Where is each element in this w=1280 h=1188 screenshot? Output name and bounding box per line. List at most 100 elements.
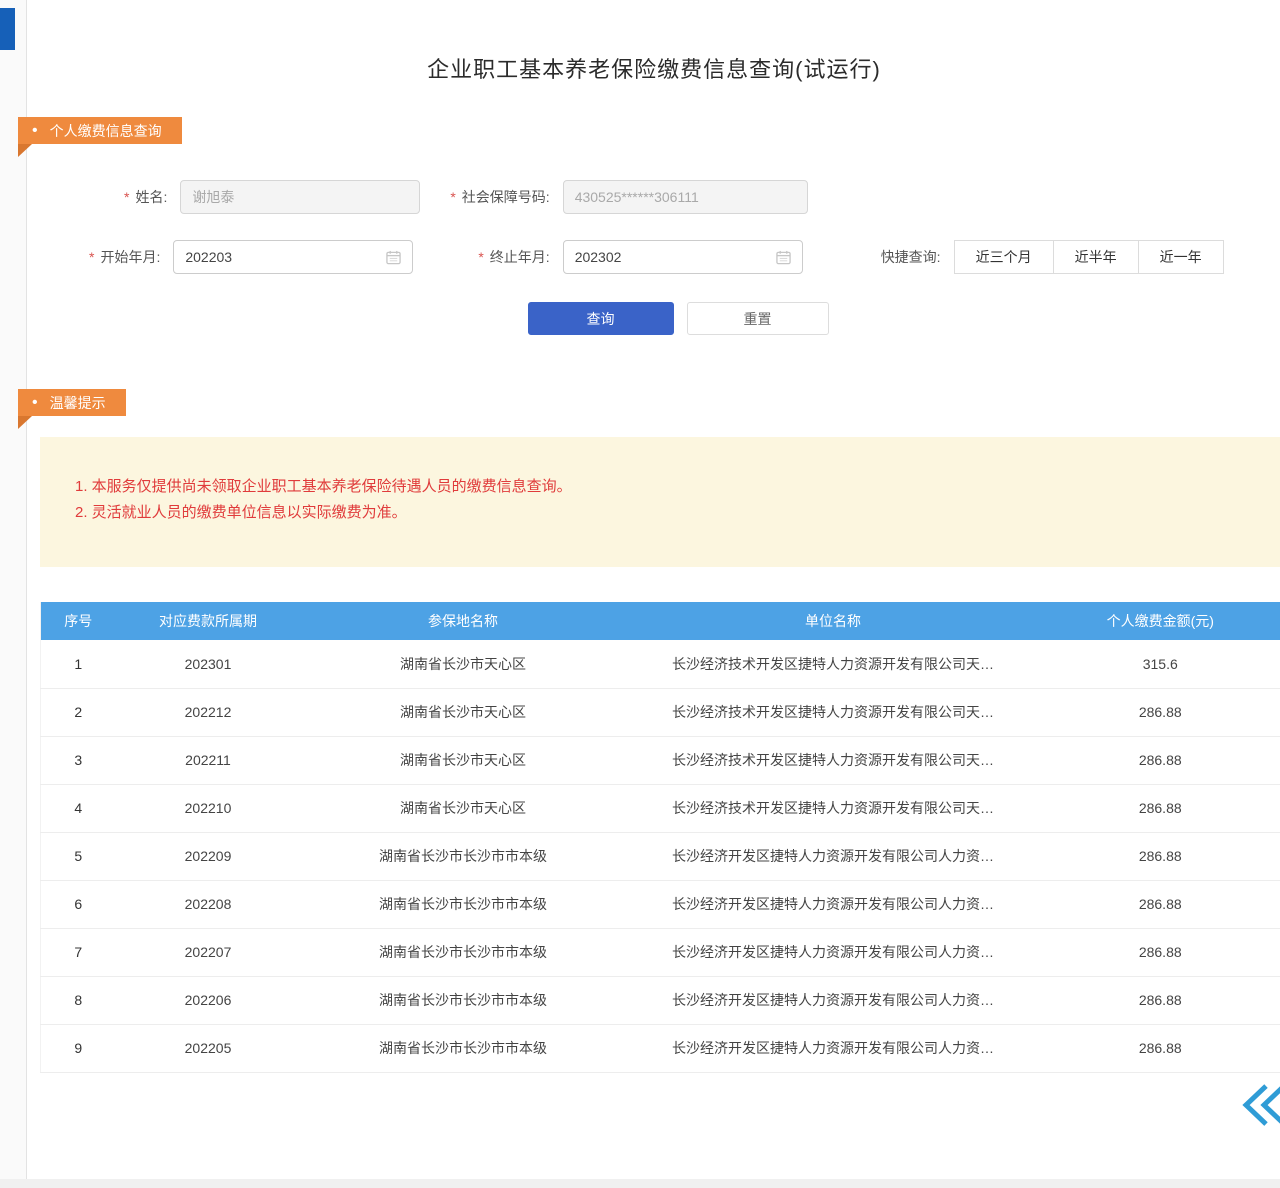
badge-bullet: • <box>32 395 38 411</box>
column-header: 个人缴费金额(元) <box>1041 602 1280 640</box>
start-month-label: 开始年月: <box>100 247 160 267</box>
table-cell: 长沙经济开发区捷特人力资源开发有限公司人力资… <box>626 880 1041 928</box>
ssn-value: 430525******306111 <box>575 189 699 205</box>
table-cell: 8 <box>41 976 116 1024</box>
table-cell: 286.88 <box>1041 832 1280 880</box>
table-row: 9202205湖南省长沙市长沙市市本级长沙经济开发区捷特人力资源开发有限公司人力… <box>41 1024 1280 1072</box>
table-cell: 202206 <box>116 976 301 1024</box>
tips-notice-box: 1. 本服务仅提供尚未领取企业职工基本养老保险待遇人员的缴费信息查询。 2. 灵… <box>40 437 1280 567</box>
table-row: 3202211湖南省长沙市天心区长沙经济技术开发区捷特人力资源开发有限公司天…2… <box>41 736 1280 784</box>
table-cell: 湖南省长沙市天心区 <box>301 736 626 784</box>
ssn-label: 社会保障号码: <box>462 187 550 207</box>
table-cell: 202212 <box>116 688 301 736</box>
table-row: 8202206湖南省长沙市长沙市市本级长沙经济开发区捷特人力资源开发有限公司人力… <box>41 976 1280 1024</box>
results-table: 序号对应费款所属期参保地名称单位名称个人缴费金额(元) 1202301湖南省长沙… <box>40 602 1280 1073</box>
column-header: 对应费款所属期 <box>116 602 301 640</box>
bottom-strip <box>0 1179 1280 1188</box>
quick-query-label: 快捷查询: <box>881 247 941 267</box>
table-body: 1202301湖南省长沙市天心区长沙经济技术开发区捷特人力资源开发有限公司天…3… <box>41 640 1280 1072</box>
table-header-row: 序号对应费款所属期参保地名称单位名称个人缴费金额(元) <box>41 602 1280 640</box>
table-cell: 长沙经济技术开发区捷特人力资源开发有限公司天… <box>626 784 1041 832</box>
table-cell: 3 <box>41 736 116 784</box>
results-table-wrap: 序号对应费款所属期参保地名称单位名称个人缴费金额(元) 1202301湖南省长沙… <box>40 602 1280 1073</box>
calendar-icon[interactable] <box>386 250 401 265</box>
table-cell: 湖南省长沙市长沙市市本级 <box>301 928 626 976</box>
page: 企业职工基本养老保险缴费信息查询(试运行) • 个人缴费信息查询 * 姓名: 谢… <box>0 0 1280 1188</box>
table-cell: 202205 <box>116 1024 301 1072</box>
table-cell: 湖南省长沙市天心区 <box>301 784 626 832</box>
quick-option-one-year[interactable]: 近一年 <box>1138 240 1224 274</box>
page-title: 企业职工基本养老保险缴费信息查询(试运行) <box>28 0 1280 84</box>
start-month-value: 202203 <box>185 249 232 265</box>
table-cell: 4 <box>41 784 116 832</box>
end-month-field[interactable]: 202302 <box>563 240 803 274</box>
table-cell: 7 <box>41 928 116 976</box>
table-cell: 湖南省长沙市长沙市市本级 <box>301 832 626 880</box>
table-cell: 315.6 <box>1041 640 1280 688</box>
section-badge-tips: • 温馨提示 <box>18 389 126 416</box>
table-cell: 286.88 <box>1041 880 1280 928</box>
table-cell: 202209 <box>116 832 301 880</box>
calendar-icon[interactable] <box>776 250 791 265</box>
table-row: 7202207湖南省长沙市长沙市市本级长沙经济开发区捷特人力资源开发有限公司人力… <box>41 928 1280 976</box>
table-row: 4202210湖南省长沙市天心区长沙经济技术开发区捷特人力资源开发有限公司天…2… <box>41 784 1280 832</box>
table-cell: 286.88 <box>1041 976 1280 1024</box>
table-cell: 湖南省长沙市长沙市市本级 <box>301 880 626 928</box>
section-badge-label: 个人缴费信息查询 <box>50 121 162 141</box>
name-field[interactable]: 谢旭泰 <box>180 180 420 214</box>
column-header: 参保地名称 <box>301 602 626 640</box>
start-month-field[interactable]: 202203 <box>173 240 413 274</box>
table-cell: 202211 <box>116 736 301 784</box>
tips-line-2: 2. 灵活就业人员的缴费单位信息以实际缴费为准。 <box>75 500 1260 526</box>
table-cell: 长沙经济开发区捷特人力资源开发有限公司人力资… <box>626 928 1041 976</box>
table-row: 1202301湖南省长沙市天心区长沙经济技术开发区捷特人力资源开发有限公司天…3… <box>41 640 1280 688</box>
table-cell: 湖南省长沙市天心区 <box>301 688 626 736</box>
tips-line-1: 1. 本服务仅提供尚未领取企业职工基本养老保险待遇人员的缴费信息查询。 <box>75 474 1260 500</box>
table-cell: 202207 <box>116 928 301 976</box>
table-cell: 2 <box>41 688 116 736</box>
reset-button[interactable]: 重置 <box>687 302 829 335</box>
column-header: 序号 <box>41 602 116 640</box>
quick-option-half-year[interactable]: 近半年 <box>1053 240 1139 274</box>
table-cell: 6 <box>41 880 116 928</box>
table-cell: 长沙经济开发区捷特人力资源开发有限公司人力资… <box>626 1024 1041 1072</box>
main-content: 企业职工基本养老保险缴费信息查询(试运行) • 个人缴费信息查询 * 姓名: 谢… <box>28 0 1280 1188</box>
end-month-value: 202302 <box>575 249 622 265</box>
section-badge-label: 温馨提示 <box>50 393 106 413</box>
table-cell: 202301 <box>116 640 301 688</box>
name-label: 姓名: <box>135 187 167 207</box>
name-value: 谢旭泰 <box>192 187 234 207</box>
quick-option-3-months[interactable]: 近三个月 <box>954 240 1054 274</box>
table-cell: 202210 <box>116 784 301 832</box>
table-cell: 长沙经济技术开发区捷特人力资源开发有限公司天… <box>626 688 1041 736</box>
required-marker: * <box>124 189 129 205</box>
table-cell: 5 <box>41 832 116 880</box>
table-cell: 长沙经济技术开发区捷特人力资源开发有限公司天… <box>626 640 1041 688</box>
sidebar-blue-tab[interactable] <box>0 8 15 50</box>
query-form: * 姓名: 谢旭泰 * 社会保障号码: 430525******306111 *… <box>28 180 1280 335</box>
end-month-label: 终止年月: <box>490 247 550 267</box>
table-cell: 286.88 <box>1041 1024 1280 1072</box>
table-cell: 286.88 <box>1041 784 1280 832</box>
table-cell: 286.88 <box>1041 736 1280 784</box>
quick-query-group: 近三个月 近半年 近一年 <box>955 240 1224 274</box>
table-row: 6202208湖南省长沙市长沙市市本级长沙经济开发区捷特人力资源开发有限公司人力… <box>41 880 1280 928</box>
table-cell: 长沙经济技术开发区捷特人力资源开发有限公司天… <box>626 736 1041 784</box>
left-sidebar-strip <box>0 0 27 1188</box>
table-cell: 长沙经济开发区捷特人力资源开发有限公司人力资… <box>626 976 1041 1024</box>
table-cell: 湖南省长沙市长沙市市本级 <box>301 976 626 1024</box>
column-header: 单位名称 <box>626 602 1041 640</box>
ssn-field[interactable]: 430525******306111 <box>563 180 808 214</box>
required-marker: * <box>89 249 94 265</box>
table-cell: 湖南省长沙市天心区 <box>301 640 626 688</box>
table-cell: 长沙经济开发区捷特人力资源开发有限公司人力资… <box>626 832 1041 880</box>
query-button[interactable]: 查询 <box>528 302 674 335</box>
table-cell: 湖南省长沙市长沙市市本级 <box>301 1024 626 1072</box>
table-row: 5202209湖南省长沙市长沙市市本级长沙经济开发区捷特人力资源开发有限公司人力… <box>41 832 1280 880</box>
double-chevron-left-icon[interactable] <box>1241 1082 1280 1128</box>
table-cell: 202208 <box>116 880 301 928</box>
required-marker: * <box>450 189 455 205</box>
badge-bullet: • <box>32 123 38 139</box>
table-row: 2202212湖南省长沙市天心区长沙经济技术开发区捷特人力资源开发有限公司天…2… <box>41 688 1280 736</box>
table-cell: 1 <box>41 640 116 688</box>
